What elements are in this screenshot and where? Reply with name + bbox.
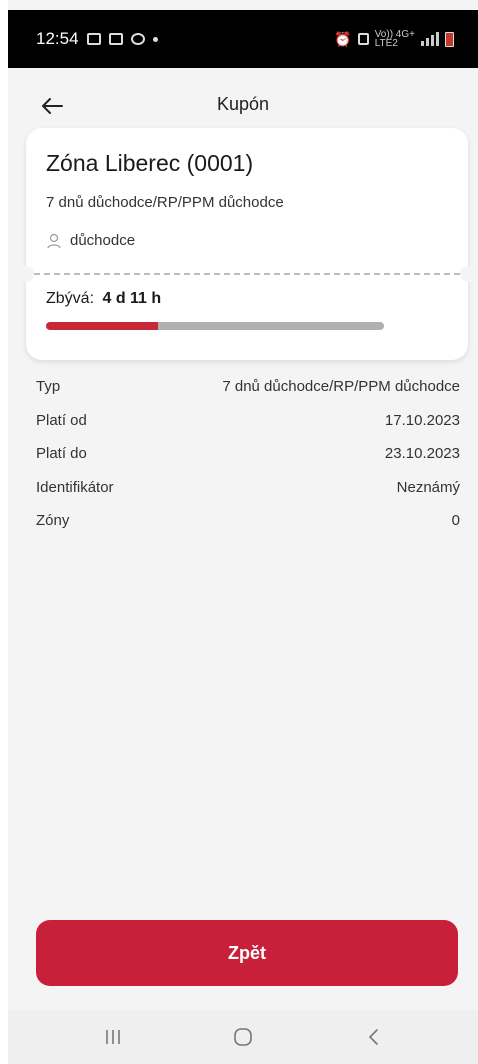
detail-row: Zóny 0 [36,512,460,546]
battery-icon [445,31,454,47]
ticket-notch-left [18,266,34,282]
alarm-icon: ⏰ [334,30,352,47]
detail-value: Neznámý [396,478,460,496]
signal-icon [421,32,439,46]
status-bar: 12:54 ⏰ Vo)) 4G+ LTE2 [8,10,478,68]
status-time: 12:54 [36,29,79,48]
lte-label: LTE2 [374,38,398,49]
back-button[interactable]: Zpět [36,920,458,986]
app-header: Kupón [8,84,478,130]
detail-value: 23.10.2023 [384,445,460,462]
gallery-icon [108,33,123,45]
coupon-type: 7 dnů důchodce/RP/PPM důchodce [46,194,284,211]
zone-name: Zóna Liberec (0001) [46,150,254,176]
detail-label: Platí od [36,411,87,429]
holder-row: důchodce [46,232,135,249]
volte-icon: Vo)) 4G+ LTE2 [374,30,415,49]
holder-label: důchodce [70,232,136,249]
detail-row: Platí od 17.10.2023 [36,412,460,446]
sync-icon [130,33,145,45]
validity-progress-bar [46,322,384,330]
status-right: ⏰ Vo)) 4G+ LTE2 [334,30,454,49]
detail-row: Identifikátor Neznámý [36,479,460,513]
validity-progress-fill [46,322,158,330]
home-button[interactable] [223,1022,263,1052]
coupon-card: Zóna Liberec (0001) 7 dnů důchodce/RP/PP… [18,128,476,360]
lock-icon [357,33,369,45]
ticket-divider [34,273,460,275]
detail-row: Platí do 23.10.2023 [36,445,460,479]
dot-icon [152,36,158,42]
detail-label: Identifikátor [36,478,114,496]
coupon-details: Typ 7 dnů důchodce/RP/PPM důchodce Platí o… [36,378,460,546]
app-screen: 12:54 ⏰ Vo)) 4G+ LTE2 Kupón Zóna Liberec… [8,0,478,1064]
remaining-label: Zbývá: [46,290,95,307]
detail-label: Zóny [36,512,70,529]
status-left: 12:54 [36,29,158,49]
detail-value: 0 [451,512,460,529]
remaining-time: Zbývá: 4 d 11 h [46,290,161,308]
system-back-button[interactable] [353,1022,393,1052]
recent-apps-icon [106,1030,120,1044]
person-icon [47,233,61,248]
page-title: Kupón [216,94,270,114]
detail-value: 17.10.2023 [384,411,460,429]
detail-label: Typ [36,378,61,395]
detail-label: Platí do [36,445,87,462]
detail-row: Typ 7 dnů důchodce/RP/PPM důchodce [36,378,460,412]
back-icon [368,1029,378,1045]
system-nav-bar [8,1010,478,1064]
recent-apps-button[interactable] [93,1022,133,1052]
ticket-notch-right [460,266,476,282]
remaining-value: 4 d 11 h [102,290,162,307]
home-icon [234,1028,252,1046]
notification-icon [86,33,101,45]
detail-value: 7 dnů důchodce/RP/PPM důchodce [222,378,460,395]
